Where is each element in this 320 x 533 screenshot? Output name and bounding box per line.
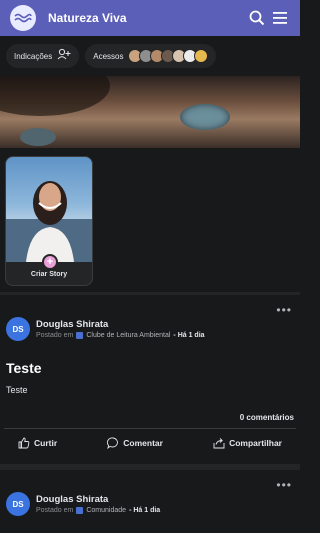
- comment-label: Comentar: [123, 437, 163, 448]
- posted-in-label: Postado em: [36, 507, 74, 514]
- add-person-icon: [57, 47, 71, 65]
- post-subline: Postado em Clube de Leitura Ambiental - …: [36, 332, 205, 339]
- quick-chips: Indicações Acessos: [0, 36, 300, 76]
- post-card: ••• DS Douglas Shirata Postado em Comuni…: [0, 470, 300, 516]
- post-header: DS Douglas Shirata Postado em Comunidade…: [0, 470, 300, 516]
- post-meta: Douglas Shirata Postado em Comunidade - …: [36, 494, 160, 514]
- story-profile-photo: [6, 157, 92, 262]
- avatar[interactable]: DS: [6, 317, 30, 341]
- post-title: Teste: [6, 360, 42, 376]
- like-label: Curtir: [34, 437, 58, 448]
- visitor-avatars: [128, 49, 209, 63]
- post-group-link[interactable]: Comunidade: [86, 507, 126, 514]
- post-card: ••• DS Douglas Shirata Postado em Clube …: [0, 295, 300, 470]
- cover-image: [0, 76, 300, 148]
- comments-count[interactable]: 0 comentários: [0, 395, 300, 422]
- acessos-chip[interactable]: Acessos: [85, 44, 217, 68]
- post-body: Teste: [6, 385, 28, 395]
- post-options-icon[interactable]: •••: [276, 478, 292, 492]
- create-story-label: Criar Story: [30, 271, 68, 278]
- comment-icon: [107, 437, 119, 449]
- cover-cat-eye: [180, 104, 230, 130]
- thumbs-up-icon: [18, 437, 30, 448]
- avatar[interactable]: DS: [6, 492, 30, 516]
- post-header: DS Douglas Shirata Postado em Clube de L…: [0, 295, 300, 341]
- post-subline: Postado em Comunidade - Há 1 dia: [36, 507, 160, 514]
- share-button[interactable]: Compartilhar: [213, 437, 282, 449]
- post-meta: Douglas Shirata Postado em Clube de Leit…: [36, 319, 205, 339]
- cover-shadow: [0, 76, 110, 116]
- like-button[interactable]: Curtir: [18, 437, 57, 449]
- share-label: Compartilhar: [229, 437, 282, 448]
- group-icon: [76, 507, 84, 514]
- post-author[interactable]: Douglas Shirata: [36, 319, 205, 330]
- avatar: [194, 49, 209, 63]
- post-group-link[interactable]: Clube de Leitura Ambiental: [86, 332, 170, 339]
- indicacoes-chip[interactable]: Indicações: [6, 44, 80, 68]
- indicacoes-label: Indicações: [14, 51, 53, 61]
- post-time: - Há 1 dia: [173, 332, 205, 339]
- post-time: - Há 1 dia: [129, 507, 161, 514]
- logo-wave-icon[interactable]: [10, 5, 36, 31]
- app-root: Natureza Viva Indicações Acessos + Criar…: [0, 0, 300, 533]
- post-author[interactable]: Douglas Shirata: [36, 494, 160, 505]
- comment-button[interactable]: Comentar: [107, 437, 163, 449]
- post-options-icon[interactable]: •••: [276, 303, 292, 317]
- top-bar: Natureza Viva: [0, 0, 300, 36]
- stories-section: + Criar Story: [0, 148, 300, 295]
- acessos-label: Acessos: [93, 51, 124, 61]
- search-icon[interactable]: [247, 8, 267, 28]
- create-story-card[interactable]: + Criar Story: [5, 156, 93, 286]
- posted-in-label: Postado em: [36, 332, 74, 339]
- app-title: Natureza Viva: [48, 11, 127, 25]
- menu-icon[interactable]: [270, 8, 290, 28]
- cover-cat-eye: [20, 128, 56, 146]
- post-actions: Curtir Comentar Compartilhar: [4, 428, 296, 456]
- group-icon: [76, 332, 84, 339]
- add-story-icon[interactable]: +: [42, 254, 58, 270]
- share-icon: [213, 437, 225, 448]
